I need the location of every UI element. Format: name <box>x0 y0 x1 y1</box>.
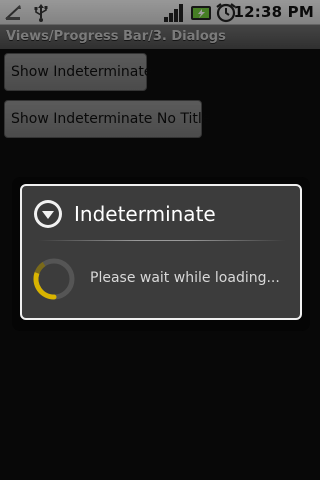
dialog-info-icon <box>33 199 63 229</box>
progress-dialog: Indeterminate Please wait while loading.… <box>20 184 302 320</box>
dialog-message: Please wait while loading... <box>90 270 280 286</box>
dialog-divider <box>38 240 286 241</box>
progress-spinner-icon <box>32 257 76 301</box>
dialog-title: Indeterminate <box>74 202 216 226</box>
